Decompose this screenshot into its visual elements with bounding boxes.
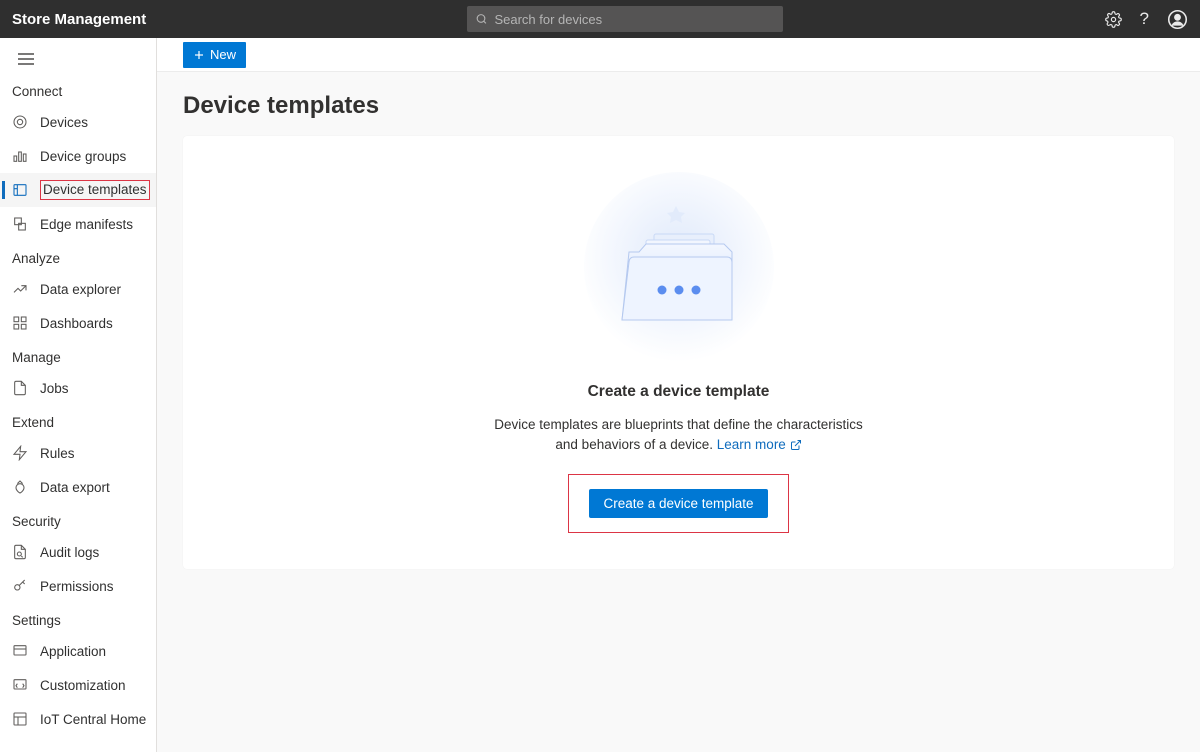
app-title: Store Management [12, 11, 146, 28]
section-settings: Settings [0, 603, 156, 634]
section-security: Security [0, 504, 156, 535]
devices-icon [12, 114, 28, 130]
sidebar-item-label: Data explorer [40, 282, 121, 297]
sidebar-item-iot-central-home[interactable]: IoT Central Home [0, 702, 156, 736]
sidebar-item-label: Edge manifests [40, 217, 133, 232]
section-extend: Extend [0, 405, 156, 436]
sidebar-item-permissions[interactable]: Permissions [0, 569, 156, 603]
sidebar-item-data-explorer[interactable]: Data explorer [0, 272, 156, 306]
sidebar-item-application[interactable]: Application [0, 634, 156, 668]
sidebar-item-label: Customization [40, 678, 126, 693]
customization-icon [12, 677, 28, 693]
empty-state-title: Create a device template [588, 383, 770, 401]
empty-state-card: Create a device template Device template… [183, 136, 1174, 569]
toolbar: New [157, 38, 1200, 72]
sidebar-item-rules[interactable]: Rules [0, 436, 156, 470]
new-button-label: New [210, 47, 236, 62]
sidebar-item-edge-manifests[interactable]: Edge manifests [0, 207, 156, 241]
search-input[interactable] [494, 12, 775, 27]
section-analyze: Analyze [0, 241, 156, 272]
home-icon [12, 711, 28, 727]
device-groups-icon [12, 148, 28, 164]
sidebar-item-device-groups[interactable]: Device groups [0, 139, 156, 173]
search-icon [475, 12, 488, 26]
sidebar-item-label: Application [40, 644, 106, 659]
data-explorer-icon [12, 281, 28, 297]
sidebar-item-label: IoT Central Home [40, 712, 146, 727]
menu-toggle[interactable] [0, 44, 156, 74]
cta-highlight: Create a device template [568, 474, 788, 533]
sidebar-item-label: Dashboards [40, 316, 113, 331]
section-connect: Connect [0, 74, 156, 105]
plus-icon [193, 49, 205, 61]
create-device-template-button[interactable]: Create a device template [589, 489, 767, 518]
top-bar: Store Management ? [0, 0, 1200, 38]
dashboards-icon [12, 315, 28, 331]
folder-illustration [574, 172, 784, 365]
sidebar-item-label: Data export [40, 480, 110, 495]
sidebar-item-label: Jobs [40, 381, 69, 396]
permissions-icon [12, 578, 28, 594]
sidebar-item-label: Device templates [40, 180, 150, 200]
page-title: Device templates [157, 72, 1200, 136]
data-export-icon [12, 479, 28, 495]
jobs-icon [12, 380, 28, 396]
sidebar-item-jobs[interactable]: Jobs [0, 371, 156, 405]
external-link-icon [790, 439, 802, 451]
sidebar-item-label: Device groups [40, 149, 126, 164]
device-templates-icon [12, 182, 28, 198]
help-icon[interactable]: ? [1140, 9, 1149, 29]
top-actions: ? [1105, 9, 1188, 30]
sidebar: Connect Devices Device groups Device tem… [0, 38, 157, 752]
search-box[interactable] [467, 6, 783, 32]
new-button[interactable]: New [183, 42, 246, 68]
sidebar-item-label: Permissions [40, 579, 114, 594]
hamburger-icon [18, 53, 34, 65]
rules-icon [12, 445, 28, 461]
edge-manifests-icon [12, 216, 28, 232]
sidebar-item-customization[interactable]: Customization [0, 668, 156, 702]
account-icon[interactable] [1167, 9, 1188, 30]
sidebar-item-device-templates[interactable]: Device templates [0, 173, 156, 207]
empty-state-description: Device templates are blueprints that def… [494, 415, 862, 454]
sidebar-item-data-export[interactable]: Data export [0, 470, 156, 504]
sidebar-item-dashboards[interactable]: Dashboards [0, 306, 156, 340]
audit-logs-icon [12, 544, 28, 560]
settings-icon[interactable] [1105, 11, 1122, 28]
sidebar-item-label: Audit logs [40, 545, 99, 560]
search-wrap [146, 6, 1104, 32]
main-content: New Device templates [157, 38, 1200, 752]
sidebar-item-audit-logs[interactable]: Audit logs [0, 535, 156, 569]
sidebar-item-devices[interactable]: Devices [0, 105, 156, 139]
section-manage: Manage [0, 340, 156, 371]
application-icon [12, 643, 28, 659]
sidebar-item-label: Rules [40, 446, 75, 461]
sidebar-item-label: Devices [40, 115, 88, 130]
learn-more-link[interactable]: Learn more [717, 437, 802, 452]
